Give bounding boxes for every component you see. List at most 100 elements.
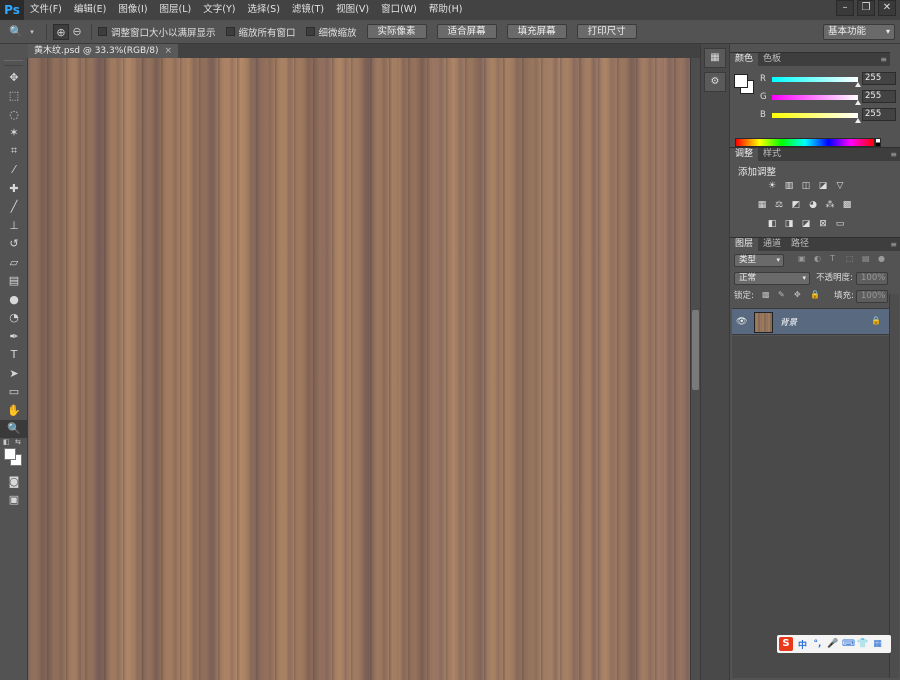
black-white-swatch[interactable] bbox=[875, 138, 881, 147]
zoom-out-icon[interactable]: ⊖ bbox=[69, 24, 85, 40]
hand-tool-icon[interactable]: ✋ bbox=[0, 401, 28, 420]
path-select-tool-icon[interactable]: ➤ bbox=[0, 364, 28, 383]
smart-object-filter-icon[interactable]: ▤ bbox=[862, 254, 870, 263]
channel-mixer-icon[interactable]: ⁂ bbox=[824, 200, 836, 211]
panel-menu-icon[interactable]: ≡ bbox=[890, 148, 897, 161]
pen-tool-icon[interactable]: ✒ bbox=[0, 327, 28, 346]
menu-window[interactable]: 窗口(W) bbox=[375, 0, 423, 20]
document-tab[interactable]: 黄木纹.psd @ 33.3%(RGB/8) × bbox=[28, 44, 179, 58]
eraser-tool-icon[interactable]: ▱ bbox=[0, 253, 28, 272]
history-brush-tool-icon[interactable]: ↺ bbox=[0, 235, 28, 254]
tab-channels[interactable]: 通道 bbox=[758, 238, 786, 251]
fill-field[interactable]: 100% bbox=[856, 290, 888, 303]
pixel-filter-icon[interactable]: ▣ bbox=[798, 254, 806, 263]
skin-icon[interactable]: 👕 bbox=[857, 639, 868, 649]
red-slider[interactable] bbox=[772, 77, 858, 82]
shape-filter-icon[interactable]: ⬚ bbox=[846, 254, 854, 263]
curves-icon[interactable]: ◫ bbox=[800, 181, 812, 192]
checkbox-box[interactable] bbox=[225, 27, 235, 36]
fit-screen-button[interactable]: 适合屏幕 bbox=[436, 24, 497, 39]
green-slider[interactable] bbox=[772, 95, 858, 100]
black-white-icon[interactable]: ◩ bbox=[790, 200, 802, 211]
toolbox-icon[interactable]: ▦ bbox=[872, 639, 883, 649]
menu-type[interactable]: 文字(Y) bbox=[197, 0, 241, 20]
tab-styles[interactable]: 样式 bbox=[758, 148, 786, 161]
lock-transparency-icon[interactable]: ▩ bbox=[762, 290, 770, 299]
ime-mode-toggle[interactable]: 中 bbox=[797, 638, 808, 651]
green-value-field[interactable]: 255 bbox=[862, 90, 896, 103]
filter-toggle-icon[interactable]: ● bbox=[878, 254, 885, 263]
blur-tool-icon[interactable]: ● bbox=[0, 290, 28, 309]
panel-menu-icon[interactable]: ≡ bbox=[880, 53, 887, 66]
menu-view[interactable]: 视图(V) bbox=[330, 0, 375, 20]
foreground-color-swatch[interactable] bbox=[4, 448, 16, 460]
color-balance-icon[interactable]: ⚖ bbox=[773, 200, 785, 211]
gradient-map-icon[interactable]: ▭ bbox=[834, 219, 846, 230]
tool-preset-dropdown-icon[interactable]: ▾ bbox=[24, 24, 40, 40]
tab-adjustments[interactable]: 调整 bbox=[730, 148, 759, 161]
layer-name[interactable]: 背景 bbox=[780, 316, 797, 328]
photo-filter-icon[interactable]: ◕ bbox=[807, 200, 819, 211]
rectangle-tool-icon[interactable]: ▭ bbox=[0, 383, 28, 402]
visibility-eye-icon[interactable]: 👁 bbox=[736, 317, 747, 327]
slider-knob[interactable] bbox=[855, 118, 861, 123]
lock-position-icon[interactable]: ✥ bbox=[794, 290, 801, 299]
quick-select-tool-icon[interactable]: ✶ bbox=[0, 124, 28, 143]
blue-value-field[interactable]: 255 bbox=[862, 108, 896, 121]
zoom-in-icon[interactable]: ⊕ bbox=[53, 23, 69, 40]
hue-saturation-icon[interactable]: ▦ bbox=[756, 200, 768, 211]
menu-filter[interactable]: 滤镜(T) bbox=[286, 0, 330, 20]
lock-all-icon[interactable]: 🔒 bbox=[810, 290, 820, 299]
posterize-icon[interactable]: ◨ bbox=[783, 219, 795, 230]
slider-knob[interactable] bbox=[855, 100, 861, 105]
resize-windows-checkbox[interactable]: 调整窗口大小以满屏显示 bbox=[98, 25, 216, 39]
adjustment-filter-icon[interactable]: ◐ bbox=[814, 254, 821, 263]
eyedropper-tool-icon[interactable]: ⁄ bbox=[0, 161, 28, 180]
blend-mode-select[interactable]: 正常 ▾ bbox=[734, 272, 810, 285]
canvas-vertical-scrollbar[interactable] bbox=[690, 58, 700, 680]
slider-knob[interactable] bbox=[855, 82, 861, 87]
history-panel-icon[interactable]: ▦ bbox=[704, 48, 726, 68]
vibrance-icon[interactable]: ▽ bbox=[834, 181, 846, 192]
menu-file[interactable]: 文件(F) bbox=[24, 0, 68, 20]
default-colors-icon[interactable]: ◧ bbox=[3, 438, 10, 446]
zoom-tool-icon[interactable]: 🔍 bbox=[0, 419, 28, 438]
zoom-tool-icon[interactable]: 🔍 bbox=[8, 24, 24, 40]
menu-image[interactable]: 图像(I) bbox=[112, 0, 153, 20]
ime-logo[interactable]: S bbox=[779, 637, 793, 651]
zoom-all-windows-checkbox[interactable]: 缩放所有窗口 bbox=[225, 25, 296, 39]
marquee-tool-icon[interactable]: ⬚ bbox=[0, 87, 28, 106]
app-logo[interactable]: Ps bbox=[0, 0, 24, 20]
menu-help[interactable]: 帮助(H) bbox=[423, 0, 469, 20]
menu-layer[interactable]: 图层(L) bbox=[154, 0, 198, 20]
restore-button[interactable]: ❐ bbox=[857, 0, 875, 16]
screen-mode-icon[interactable]: ▣ bbox=[0, 491, 28, 510]
type-filter-icon[interactable]: T bbox=[830, 254, 835, 263]
keyboard-icon[interactable]: ⌨ bbox=[842, 639, 855, 649]
type-tool-icon[interactable]: T bbox=[0, 346, 28, 365]
layers-scrollbar[interactable] bbox=[889, 294, 899, 678]
scrubby-zoom-checkbox[interactable]: 细微缩放 bbox=[305, 25, 357, 39]
selective-color-icon[interactable]: ⊠ bbox=[817, 219, 829, 230]
scrollbar-thumb[interactable] bbox=[692, 310, 699, 390]
checkbox-box[interactable] bbox=[98, 27, 107, 36]
brightness-contrast-icon[interactable]: ☀ bbox=[766, 181, 778, 192]
filter-kind-select[interactable]: 类型 ▾ bbox=[734, 254, 784, 267]
tab-swatches[interactable]: 色板 bbox=[758, 53, 786, 66]
clone-stamp-tool-icon[interactable]: ⊥ bbox=[0, 216, 28, 235]
gradient-tool-icon[interactable]: ▤ bbox=[0, 272, 28, 291]
minimize-button[interactable]: – bbox=[836, 0, 854, 16]
blue-slider[interactable] bbox=[772, 113, 858, 118]
workspace-select[interactable]: 基本功能 ▾ bbox=[823, 24, 895, 40]
threshold-icon[interactable]: ◪ bbox=[800, 219, 812, 230]
move-tool-icon[interactable]: ✥ bbox=[0, 68, 28, 87]
microphone-icon[interactable]: 🎤 bbox=[827, 639, 838, 649]
properties-panel-icon[interactable]: ⚙ bbox=[704, 72, 726, 92]
quick-mask-icon[interactable]: ◙ bbox=[0, 472, 28, 491]
foreground-color-swatch[interactable] bbox=[734, 74, 748, 88]
brush-tool-icon[interactable]: ╱ bbox=[0, 198, 28, 217]
print-size-button[interactable]: 打印尺寸 bbox=[576, 24, 637, 39]
menu-edit[interactable]: 编辑(E) bbox=[68, 0, 112, 20]
fill-screen-button[interactable]: 填充屏幕 bbox=[506, 24, 567, 39]
levels-icon[interactable]: ▥ bbox=[783, 181, 795, 192]
